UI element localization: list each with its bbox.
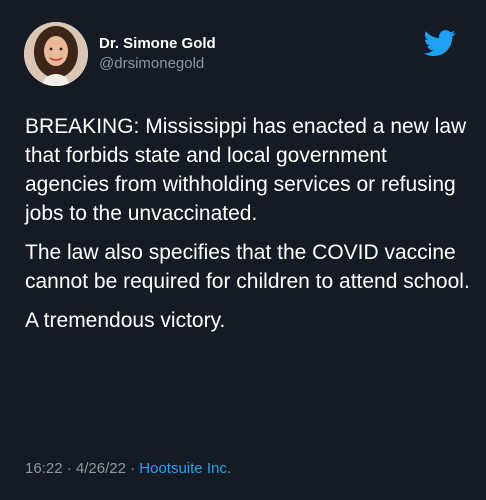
author-names: Dr. Simone Gold @drsimonegold [99,34,216,74]
tweet-header: Dr. Simone Gold @drsimonegold [24,22,216,86]
twitter-bird-icon[interactable] [424,27,456,59]
separator: · [62,460,76,477]
handle[interactable]: @drsimonegold [99,54,216,74]
user-avatar-photo-icon [24,22,88,86]
tweet-paragraph: The law also specifies that the COVID va… [25,241,470,293]
tweet-source-link[interactable]: Hootsuite Inc. [139,460,231,477]
avatar[interactable] [24,22,88,86]
tweet-date[interactable]: 4/26/22 [76,460,126,477]
display-name[interactable]: Dr. Simone Gold [99,34,216,54]
separator: · [125,460,140,477]
tweet-meta: 16:22 · 4/26/22 · Hootsuite Inc. [25,460,231,477]
tweet-paragraph: A tremendous victory. [25,309,226,332]
tweet-card: Dr. Simone Gold @drsimonegold BREAKING: … [0,0,486,500]
tweet-text: BREAKING: Mississippi has enacted a new … [25,112,475,345]
tweet-paragraph: BREAKING: Mississippi has enacted a new … [25,115,467,225]
tweet-time[interactable]: 16:22 [25,460,63,477]
